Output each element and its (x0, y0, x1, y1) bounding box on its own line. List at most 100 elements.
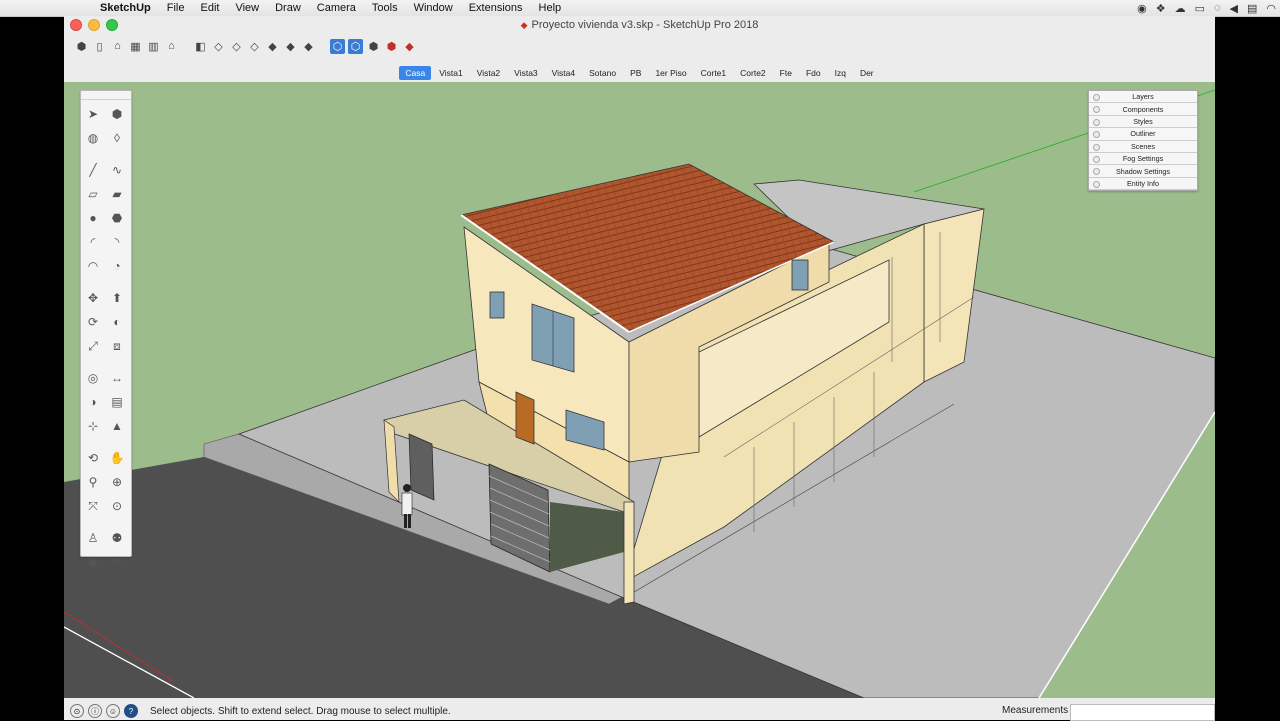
3d-text-icon[interactable]: ▲ (106, 415, 128, 437)
offset-icon[interactable]: ⧈ (106, 335, 128, 357)
position-camera-icon[interactable]: ♙ (82, 527, 104, 549)
section-plane-icon[interactable]: ⊕ (106, 551, 128, 573)
geo-location-icon[interactable]: ⊙ (70, 704, 84, 718)
measurements-input[interactable] (1070, 704, 1215, 721)
dimension-icon[interactable]: ↔ (106, 367, 128, 389)
scene-tab-casa[interactable]: Casa (399, 66, 432, 80)
tray-entity-info[interactable]: Entity Info (1089, 178, 1197, 191)
top-view-icon[interactable]: ◇ (211, 39, 226, 54)
credits-icon[interactable]: ⓘ (88, 704, 102, 718)
iso-view-icon[interactable]: ◇ (229, 39, 244, 54)
shaded-view-icon[interactable]: ◆ (283, 39, 298, 54)
tray-styles[interactable]: Styles (1089, 116, 1197, 129)
make-component-icon[interactable]: ⬢ (106, 103, 128, 125)
scene-tab-der[interactable]: Der (854, 66, 880, 80)
scene-tab-sotano[interactable]: Sotano (583, 66, 622, 80)
house-icon[interactable]: ⌂ (164, 39, 179, 54)
scale-icon[interactable]: ⤢ (82, 335, 104, 357)
cloud-icon[interactable]: ☁ (1175, 2, 1186, 15)
wifi-icon[interactable]: ◠ (1266, 2, 1276, 15)
warehouse-icon[interactable]: ▦ (128, 39, 143, 54)
text-icon[interactable]: ▤ (106, 391, 128, 413)
select-tool-icon[interactable]: ⬢ (74, 39, 89, 54)
front-view-icon[interactable]: ◧ (193, 39, 208, 54)
flag-icon[interactable]: ▤ (1247, 2, 1257, 15)
ruby-gem-icon[interactable]: ◆ (402, 39, 417, 54)
scene-tab-vista4[interactable]: Vista4 (546, 66, 581, 80)
scene-tab-pb[interactable]: PB (624, 66, 647, 80)
axes-icon[interactable]: ⊹ (82, 415, 104, 437)
pan-icon[interactable]: ✋ (106, 447, 128, 469)
tray-scenes[interactable]: Scenes (1089, 141, 1197, 153)
menu-camera[interactable]: Camera (317, 2, 356, 14)
volume-icon[interactable]: ◀ (1230, 2, 1238, 15)
apple-icon[interactable] (76, 1, 90, 15)
select-arrow-icon[interactable]: ➤ (82, 103, 104, 125)
tray-fog-settings[interactable]: Fog Settings (1089, 153, 1197, 166)
new-file-icon[interactable]: ▯ (92, 39, 107, 54)
zoom-window-icon[interactable]: ⊕ (106, 471, 128, 493)
menu-help[interactable]: Help (539, 2, 562, 14)
menu-tools[interactable]: Tools (372, 2, 398, 14)
tape-measure-icon[interactable]: ◎ (82, 367, 104, 389)
move-icon[interactable]: ✥ (82, 287, 104, 309)
paint-bucket-icon[interactable]: ◍ (82, 127, 104, 149)
zoom-button[interactable] (106, 19, 118, 31)
two-point-arc-icon[interactable]: ◝ (106, 231, 128, 253)
arc-icon[interactable]: ◜ (82, 231, 104, 253)
menu-edit[interactable]: Edit (200, 2, 219, 14)
palette-grip[interactable] (81, 91, 131, 100)
tray-shadow-settings[interactable]: Shadow Settings (1089, 165, 1197, 178)
orbit-icon[interactable]: ⟲ (82, 447, 104, 469)
scene-tab-vista1[interactable]: Vista1 (433, 66, 468, 80)
scene-tab-vista3[interactable]: Vista3 (508, 66, 543, 80)
user-icon[interactable]: ☺ (106, 704, 120, 718)
rotate-icon[interactable]: ⟳ (82, 311, 104, 333)
record-icon[interactable]: ◉ (1137, 2, 1147, 15)
tray-outliner[interactable]: Outliner (1089, 128, 1197, 141)
follow-me-icon[interactable]: ◐ (106, 311, 128, 333)
xray-view-icon[interactable]: ◆ (301, 39, 316, 54)
home-icon[interactable]: ⌂ (110, 39, 125, 54)
freehand-icon[interactable]: ∿ (106, 159, 128, 181)
extension-warehouse-icon[interactable]: ⬡ (348, 38, 363, 54)
menu-window[interactable]: Window (414, 2, 453, 14)
menu-app-name[interactable]: SketchUp (100, 2, 151, 14)
components-icon[interactable]: ⬡ (330, 38, 345, 54)
ruby-console-icon[interactable]: ⬢ (384, 39, 399, 54)
dropbox-icon[interactable]: ❖ (1156, 2, 1166, 15)
sync-icon[interactable]: ◌ (1214, 2, 1221, 14)
polygon-icon[interactable]: ⬣ (106, 207, 128, 229)
line-icon[interactable]: ╱ (82, 159, 104, 181)
tray-layers[interactable]: Layers (1089, 91, 1197, 104)
zoom-extents-icon[interactable]: ⤧ (82, 495, 104, 517)
scene-tab-vista2[interactable]: Vista2 (471, 66, 506, 80)
eraser-icon[interactable]: ◊ (106, 127, 128, 149)
look-around-icon[interactable]: ◉ (82, 551, 104, 573)
tray-components[interactable]: Components (1089, 103, 1197, 116)
pie-icon[interactable]: ◔ (106, 255, 128, 277)
three-point-arc-icon[interactable]: ◠ (82, 255, 104, 277)
protractor-icon[interactable]: ◑ (82, 391, 104, 413)
zoom-icon[interactable]: ⚲ (82, 471, 104, 493)
airplay-icon[interactable]: ▭ (1195, 2, 1205, 15)
rectangle-icon[interactable]: ▱ (82, 183, 104, 205)
push-pull-icon[interactable]: ⬆ (106, 287, 128, 309)
help-icon[interactable]: ? (124, 704, 138, 718)
scene-tab-izq[interactable]: Izq (829, 66, 852, 80)
menu-draw[interactable]: Draw (275, 2, 301, 14)
scene-tab-1er-piso[interactable]: 1er Piso (649, 66, 692, 80)
circle-icon[interactable]: ● (82, 207, 104, 229)
scene-tab-corte1[interactable]: Corte1 (695, 66, 733, 80)
menu-file[interactable]: File (167, 2, 185, 14)
menu-view[interactable]: View (235, 2, 259, 14)
scene-tab-corte2[interactable]: Corte2 (734, 66, 772, 80)
previous-view-icon[interactable]: ⊙ (106, 495, 128, 517)
model-viewport[interactable]: ➤ ⬢ ◍ ◊ ╱ ∿ ▱ ▰ ● ⬣ ◜ ◝ ◠ ◔ ✥ ⬆ ⟳ ◐ ⤢ ⧈ … (64, 82, 1215, 698)
scene-tab-fte[interactable]: Fte (774, 66, 798, 80)
rotated-rectangle-icon[interactable]: ▰ (106, 183, 128, 205)
grid-icon[interactable]: ▥ (146, 39, 161, 54)
walk-icon[interactable]: ⚉ (106, 527, 128, 549)
send-to-layout-icon[interactable]: ⬢ (366, 39, 381, 54)
side-view-icon[interactable]: ◇ (247, 39, 262, 54)
